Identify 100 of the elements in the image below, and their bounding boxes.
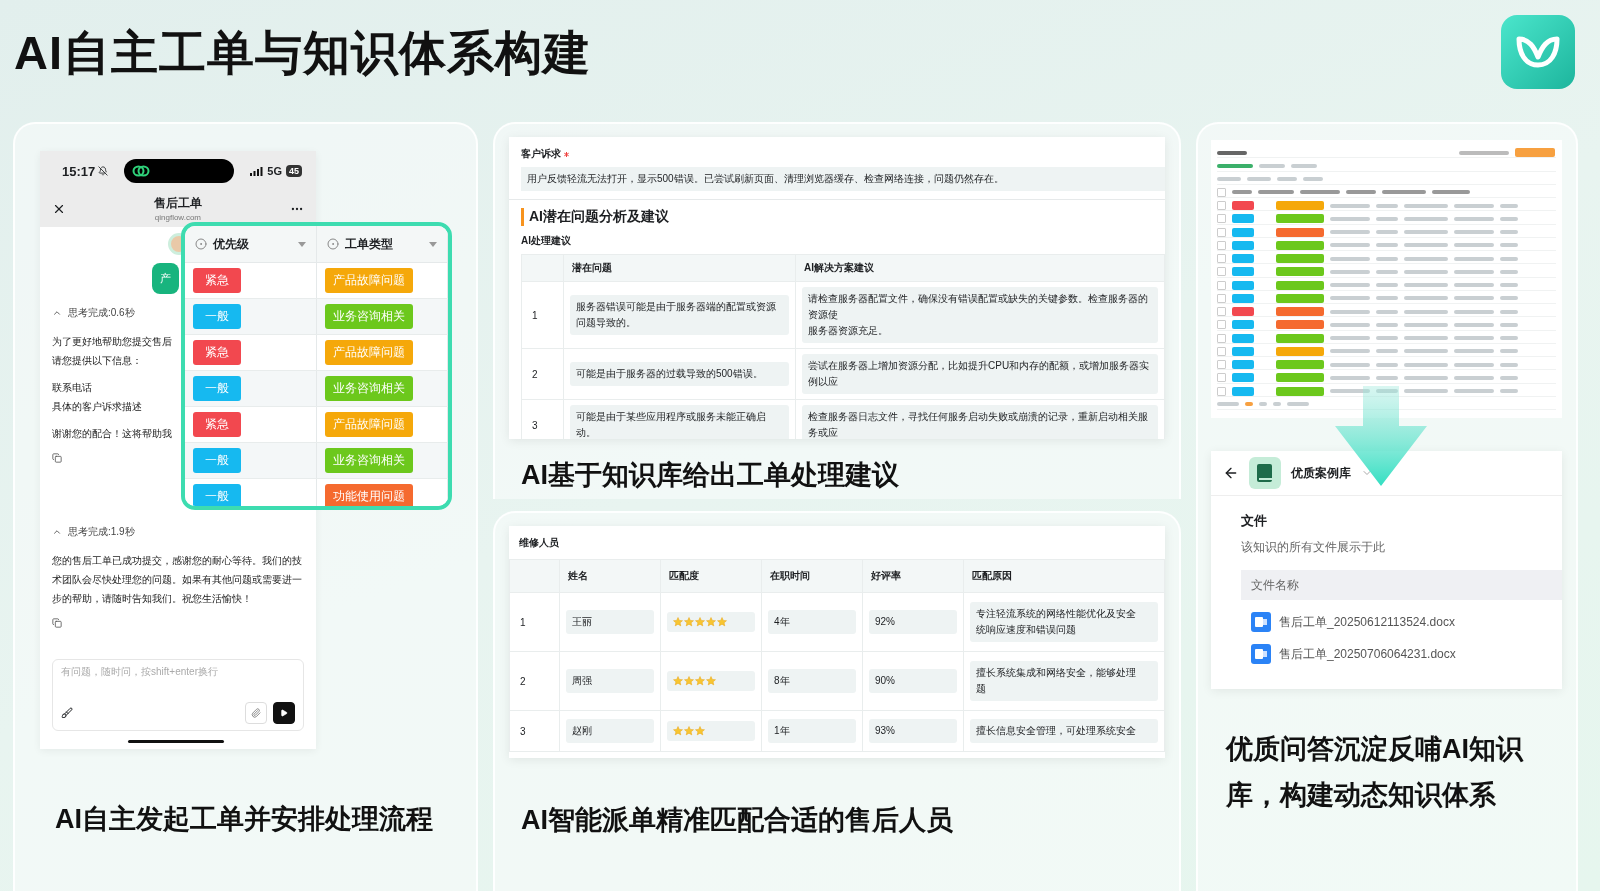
type-tag: 功能使用问题 xyxy=(324,484,413,506)
table-cell: 周强 xyxy=(566,669,654,693)
message-bubble: 产 xyxy=(152,263,179,294)
close-icon[interactable] xyxy=(52,202,66,216)
message-text: 您的售后工单已成功提交，感谢您的耐心等待。我们的技术团队会尽快处理您的问题。如果有其他问题或需要进一步的帮助，请随时告知我们。祝您生活愉快！ xyxy=(52,554,303,606)
caption: 优质问答沉淀反哺AI知识库，构建动态知识体系 xyxy=(1226,733,1525,812)
page-title: 售后工单 xyxy=(154,195,202,212)
table-cell: 8年 xyxy=(768,669,856,693)
message-text: 为了更好地帮助您提交售后 xyxy=(52,335,172,349)
type-tag: 业务咨询相关 xyxy=(324,304,413,329)
message-text: 联系电话 xyxy=(52,381,92,395)
chevron-up-icon xyxy=(52,527,62,537)
priority-tag: 紧急 xyxy=(193,268,241,293)
section-description: 该知识的所有文件展示于此 xyxy=(1241,539,1386,556)
column-header: 匹配度 xyxy=(661,560,762,593)
star-icon xyxy=(684,676,694,686)
priority-tag: 紧急 xyxy=(193,412,241,437)
table-cell: 可能是由于服务器的过载导致的500错误。 xyxy=(570,362,789,386)
logo-icon xyxy=(1501,15,1575,89)
target-icon xyxy=(195,238,207,250)
column-header: 匹配原因 xyxy=(964,560,1165,593)
caption: AI自主发起工单并安排处理流程 xyxy=(55,803,434,836)
section-heading: 文件 xyxy=(1241,512,1268,530)
send-button[interactable] xyxy=(273,702,295,724)
priority-tag: 紧急 xyxy=(193,340,241,365)
row-number: 1 xyxy=(519,616,526,628)
priority-tag: 一般 xyxy=(193,484,241,506)
column-header[interactable]: 优先级 xyxy=(185,226,317,262)
star-icon xyxy=(695,617,705,627)
table-label: AI处理建议 xyxy=(521,234,572,248)
copy-icon[interactable] xyxy=(52,453,62,463)
table-cell: 服务器错误可能是由于服务器端的配置或资源问题导致的。 xyxy=(570,295,789,335)
table-cell: 1年 xyxy=(768,719,856,743)
table-cell: 请检查服务器配置文件，确保没有错误配置或缺失的关键参数。检查服务器的资源使 服务器资源充足。 xyxy=(802,287,1158,343)
table-cell: 4年 xyxy=(768,610,856,634)
type-tag: 业务咨询相关 xyxy=(324,376,413,401)
table-cell: 尝试在服务器上增加资源分配，比如提升CPU和内存的配额，或增加服务器实例以应 xyxy=(802,354,1158,394)
column-header: 在职时间 xyxy=(762,560,863,593)
chevron-up-icon xyxy=(52,308,62,318)
table-cell: 90% xyxy=(869,669,957,693)
page-domain: qingflow.com xyxy=(154,213,202,222)
target-icon xyxy=(326,238,339,250)
file-name[interactable]: 售后工单_20250706064231.docx xyxy=(1279,645,1456,663)
star-icon xyxy=(717,617,727,627)
type-tag: 产品故障问题 xyxy=(324,412,413,437)
star-icon xyxy=(673,676,683,686)
attach-button[interactable] xyxy=(245,702,267,724)
bell-off-icon xyxy=(98,166,109,176)
star-icon xyxy=(673,617,683,627)
row-number: 1 xyxy=(531,309,538,321)
column-header: AI解决方案建议 xyxy=(796,255,1165,282)
table-cell: 92% xyxy=(869,610,957,634)
priority-tag: 一般 xyxy=(193,376,241,401)
back-icon[interactable] xyxy=(1223,465,1239,481)
row-number: 2 xyxy=(519,675,526,687)
chain-logo-icon xyxy=(132,164,151,178)
star-icon xyxy=(695,676,705,686)
column-header: 好评率 xyxy=(863,560,964,593)
thinking-status[interactable]: 思考完成:1.9秒 xyxy=(52,525,304,539)
message-input[interactable]: 有问题，随时问，按shift+enter换行 xyxy=(61,666,295,677)
document-icon xyxy=(1251,644,1271,664)
play-icon xyxy=(280,709,288,717)
thinking-label: 思考完成:0.6秒 xyxy=(68,306,135,320)
brush-icon[interactable] xyxy=(61,707,73,719)
section-title: AI潜在问题分析及建议 xyxy=(521,208,1165,226)
star-icon xyxy=(684,617,694,627)
column-header: 姓名 xyxy=(560,560,661,593)
type-tag: 产品故障问题 xyxy=(324,340,413,365)
paperclip-icon xyxy=(251,708,261,718)
table-cell: 可能是由于某些应用程序或服务未能正确启动。 xyxy=(570,405,789,440)
star-icon xyxy=(673,726,683,736)
network-label: 5G xyxy=(267,165,282,177)
book-icon xyxy=(1249,457,1281,489)
file-name[interactable]: 售后工单_20250612113524.docx xyxy=(1279,613,1455,631)
table-cell: 专注轻流系统的网络性能优化及安全 统响应速度和错误问题 xyxy=(970,602,1158,642)
table-label: 维修人员 xyxy=(518,536,560,550)
caret-icon[interactable] xyxy=(297,241,306,247)
message-text: 具体的客户诉求描述 xyxy=(52,400,142,414)
copy-icon[interactable] xyxy=(52,618,62,628)
table-cell: 擅长系统集成和网络安全，能够处理 题 xyxy=(970,661,1158,701)
column-header: 潜在问题 xyxy=(564,255,796,282)
row-number: 2 xyxy=(531,368,538,380)
column-header[interactable]: 工单类型 xyxy=(316,226,448,262)
star-icon xyxy=(706,676,716,686)
caret-icon[interactable] xyxy=(429,241,437,247)
star-icon xyxy=(684,726,694,736)
field-label: 客户诉求 xyxy=(521,147,561,161)
priority-tag: 一般 xyxy=(193,304,241,329)
table-cell: 赵刚 xyxy=(566,719,654,743)
thinking-label: 思考完成:1.9秒 xyxy=(68,525,135,539)
library-name[interactable]: 优质案例库 xyxy=(1291,464,1351,482)
row-number: 3 xyxy=(519,725,526,737)
table-cell: 擅长信息安全管理，可处理系统安全 xyxy=(970,719,1158,743)
caption: AI智能派单精准匹配合适的售后人员 xyxy=(521,804,954,837)
type-tag: 产品故障问题 xyxy=(324,268,413,293)
table-cell: 王丽 xyxy=(566,610,654,634)
document-icon xyxy=(1251,612,1271,632)
caption: AI基于知识库给出工单处理建议 xyxy=(521,459,900,493)
table-cell: 检查服务器日志文件，寻找任何服务启动失败或崩溃的记录，重新启动相关服务或应 xyxy=(802,405,1158,440)
status-time: 15:17 xyxy=(62,163,109,179)
